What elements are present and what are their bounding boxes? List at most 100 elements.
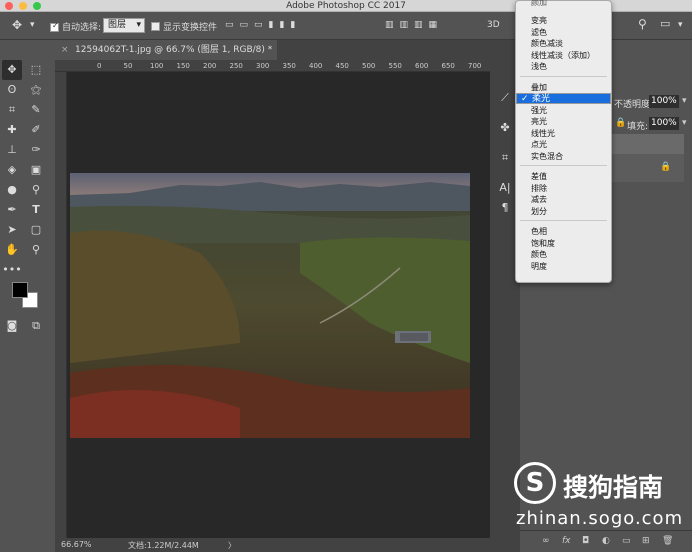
- ruler-tick: 350: [282, 62, 296, 70]
- ruler-tick: 650: [441, 62, 455, 70]
- blend-option[interactable]: 饱和度: [516, 238, 611, 249]
- blend-option[interactable]: 强光: [516, 105, 611, 116]
- chevron-down-icon[interactable]: ▾: [678, 20, 683, 30]
- menu-separator: [520, 75, 607, 77]
- layer-row-selected[interactable]: [612, 134, 684, 154]
- blend-option[interactable]: 颜色: [516, 249, 611, 260]
- status-menu-arrow-icon[interactable]: 〉: [228, 540, 236, 551]
- adjustment-layer-icon[interactable]: ◐: [602, 536, 610, 546]
- auto-select-label: 自动选择:: [62, 23, 102, 33]
- fg-bg-color-icon[interactable]: [10, 280, 44, 310]
- character-icon[interactable]: A|: [495, 178, 515, 198]
- pen-icon[interactable]: ✒: [2, 200, 22, 220]
- ruler-tick: 50: [123, 62, 133, 70]
- layer-row-background[interactable]: [612, 154, 684, 182]
- blend-option[interactable]: 排除: [516, 183, 611, 194]
- blend-option[interactable]: 点光: [516, 139, 611, 150]
- close-tab-icon[interactable]: ×: [61, 40, 69, 60]
- lock-icon[interactable]: 🔒: [615, 118, 626, 128]
- ruler-tick: 100: [150, 62, 164, 70]
- workspace-icon[interactable]: ▭: [660, 17, 670, 30]
- ruler-tick: 500: [362, 62, 376, 70]
- move-icon[interactable]: ✥: [2, 60, 22, 80]
- move-tool-icon[interactable]: ✥: [12, 18, 22, 32]
- eraser-icon[interactable]: ◈: [2, 160, 22, 180]
- fx-icon[interactable]: fx: [562, 536, 571, 546]
- brush-icon[interactable]: ✐: [26, 120, 46, 140]
- landscape-photo[interactable]: [70, 173, 470, 438]
- ruler-tick: 300: [256, 62, 270, 70]
- chevron-down-icon[interactable]: ▾: [682, 96, 687, 106]
- ruler-tick: 250: [229, 62, 243, 70]
- link-layers-icon[interactable]: ∞: [542, 536, 550, 546]
- quickmask-icon[interactable]: ◙: [2, 316, 22, 336]
- foreground-color-swatch[interactable]: [12, 282, 28, 298]
- chevron-down-icon[interactable]: ▾: [682, 118, 687, 128]
- distribute-icons[interactable]: ▥▥▥▦: [385, 20, 443, 30]
- canvas-area[interactable]: 0 50 100 150 200 250 300 350 400 450 500 550 600 650 7…: [55, 60, 525, 538]
- blend-option[interactable]: 颜色减淡: [516, 38, 611, 49]
- align-icons[interactable]: ▭▭▭▮▮▮: [225, 20, 301, 30]
- eyedropper-icon[interactable]: ✎: [26, 100, 46, 120]
- document-tabs: × 12594062T-1.jpg @ 66.7% (图层 1, RGB/8) …: [55, 40, 490, 60]
- horizontal-ruler[interactable]: 0 50 100 150 200 250 300 350 400 450 500 550 600 650 7…: [55, 60, 525, 72]
- blend-option[interactable]: 差值: [516, 171, 611, 182]
- blend-option[interactable]: 线性光: [516, 128, 611, 139]
- shape-icon[interactable]: ▢: [26, 220, 46, 240]
- blend-option[interactable]: 明度: [516, 261, 611, 272]
- blend-option[interactable]: 划分: [516, 206, 611, 217]
- tools-panel: ✥ ⬚ ʘ ⚝ ⌗ ✎ ✚ ✐ ⊥ ✑ ◈ ▣ ● ⚲ ✒ T ➤ ▢ ✋ ⚲ …: [0, 58, 52, 348]
- opacity-field[interactable]: 100%: [649, 95, 679, 108]
- new-layer-icon[interactable]: ⊞: [642, 536, 650, 546]
- chevron-down-icon: ▾: [136, 20, 141, 30]
- ruler-tick: 700: [468, 62, 482, 70]
- show-transform-checkbox[interactable]: 显示变换控件: [151, 20, 217, 33]
- adjustments-curve-icon[interactable]: ⟋: [495, 88, 515, 108]
- crop-icon[interactable]: ⌗: [2, 100, 22, 120]
- blend-option[interactable]: 亮光: [516, 116, 611, 127]
- search-icon[interactable]: ⚲: [638, 17, 647, 31]
- auto-select-dropdown[interactable]: 图层 ▾: [103, 18, 145, 33]
- blend-option[interactable]: 线性减淡（添加）: [516, 50, 611, 61]
- delete-layer-icon[interactable]: 🗑: [662, 536, 673, 546]
- history-brush-icon[interactable]: ✑: [26, 140, 46, 160]
- ruler-tick: 600: [415, 62, 429, 70]
- gradient-icon[interactable]: ▣: [26, 160, 46, 180]
- more-icon[interactable]: •••: [2, 260, 22, 280]
- document-tab[interactable]: × 12594062T-1.jpg @ 66.7% (图层 1, RGB/8) …: [55, 40, 277, 60]
- auto-select-checkbox[interactable]: 自动选择:: [50, 20, 101, 33]
- stamp-icon[interactable]: ⊥: [2, 140, 22, 160]
- group-folder-icon[interactable]: ▭: [622, 536, 631, 546]
- paragraph-icon[interactable]: ¶: [495, 198, 515, 218]
- healing-icon[interactable]: ✚: [2, 120, 22, 140]
- blend-option[interactable]: 色相: [516, 226, 611, 237]
- fill-label: 填充:: [627, 122, 649, 132]
- zoom-level[interactable]: 66.67%: [61, 540, 92, 549]
- dodge-icon[interactable]: ⚲: [26, 180, 46, 200]
- layer-mask-icon[interactable]: ◘: [582, 536, 589, 546]
- fill-field[interactable]: 100%: [649, 117, 679, 130]
- chevron-down-icon[interactable]: ▾: [30, 20, 35, 30]
- hand-icon[interactable]: ✋: [2, 240, 22, 260]
- lasso-icon[interactable]: ʘ: [2, 80, 22, 100]
- blur-icon[interactable]: ●: [2, 180, 22, 200]
- blend-option[interactable]: 浅色: [516, 61, 611, 72]
- puzzle-icon[interactable]: ✤: [495, 118, 515, 138]
- blend-option[interactable]: 实色混合: [516, 151, 611, 162]
- blend-option[interactable]: 叠加: [516, 82, 611, 93]
- path-select-icon[interactable]: ➤: [2, 220, 22, 240]
- type-icon[interactable]: T: [26, 200, 46, 220]
- marquee-icon[interactable]: ⬚: [26, 60, 46, 80]
- magic-wand-icon[interactable]: ⚝: [26, 80, 46, 100]
- zoom-icon[interactable]: ⚲: [26, 240, 46, 260]
- document-tab-title: 12594062T-1.jpg @ 66.7% (图层 1, RGB/8) *: [75, 45, 273, 55]
- blend-option[interactable]: 滤色: [516, 27, 611, 38]
- blend-option[interactable]: 变亮: [516, 15, 611, 26]
- show-transform-label: 显示变换控件: [163, 23, 218, 33]
- blend-option-partial[interactable]: 颜加: [516, 0, 611, 8]
- vertical-ruler[interactable]: [55, 72, 67, 538]
- blend-option[interactable]: 柔光: [516, 93, 611, 105]
- crop-panel-icon[interactable]: ⌗: [495, 148, 515, 168]
- blend-option[interactable]: 减去: [516, 194, 611, 205]
- screen-mode-icon[interactable]: ⧉: [26, 316, 46, 336]
